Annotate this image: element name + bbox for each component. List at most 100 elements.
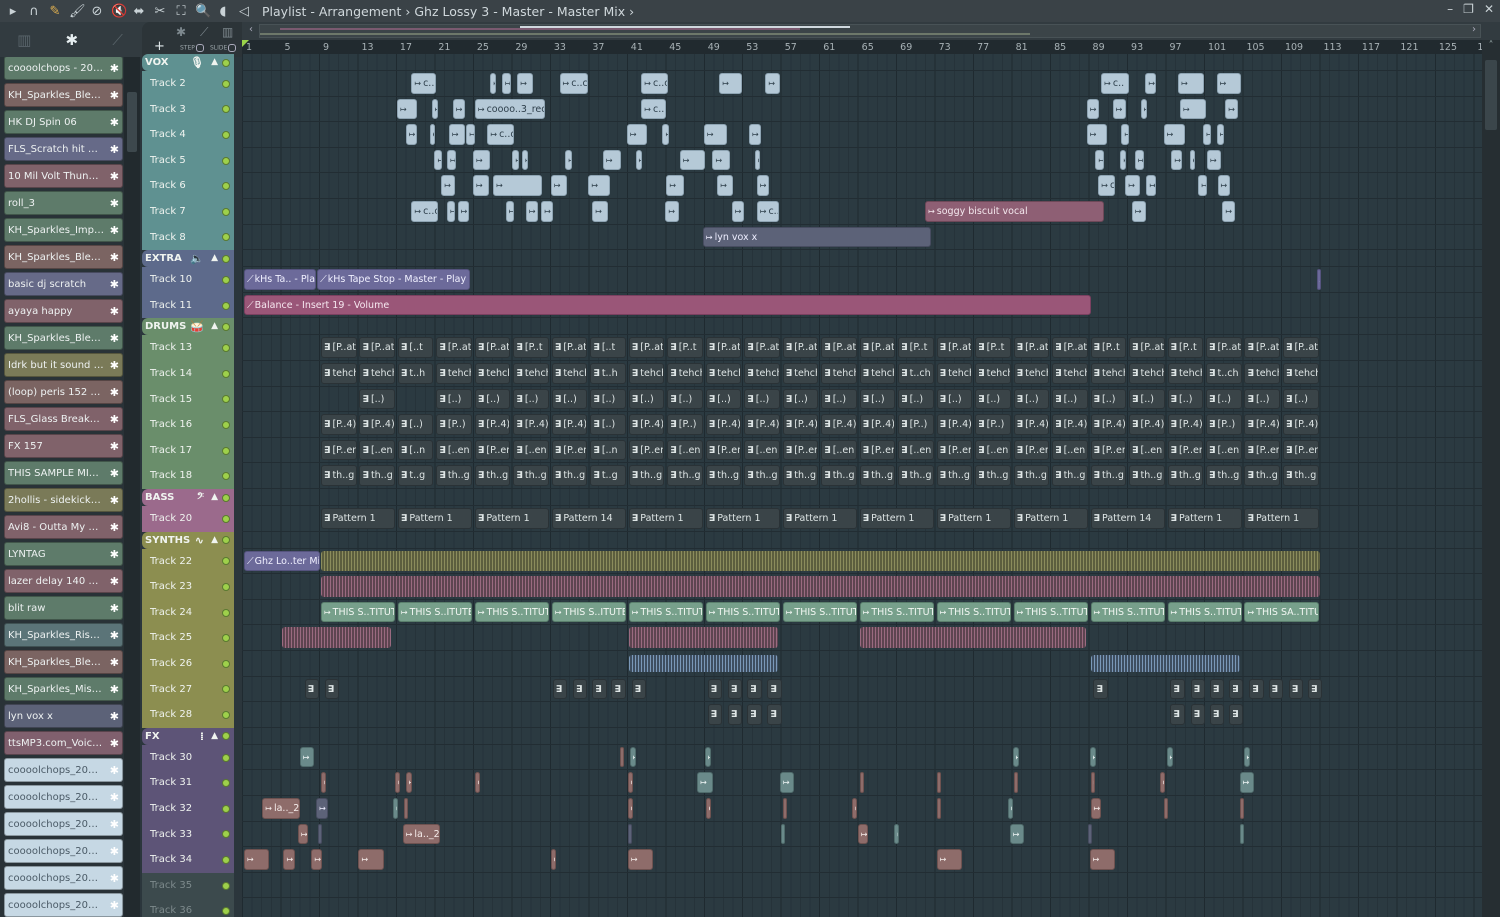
clip[interactable] — [552, 678, 568, 700]
channel-item[interactable]: KH_Sparkles_Riser_4 ✱ — [4, 623, 123, 647]
track-header[interactable]: Track 23 — [142, 574, 234, 600]
channel-item[interactable]: lazer delay 140 @fac... ✱ — [4, 569, 123, 593]
mute-led-icon[interactable] — [222, 634, 230, 643]
clip[interactable]: tehch — [1167, 363, 1204, 384]
clip[interactable]: [..) — [359, 388, 395, 410]
clip[interactable]: tehch — [1244, 363, 1281, 384]
clip[interactable] — [405, 772, 413, 793]
track-header[interactable]: Track 27 — [142, 676, 234, 703]
clip[interactable] — [629, 746, 637, 768]
clip[interactable]: tehch — [975, 363, 1011, 384]
minimize-button[interactable]: – — [1447, 2, 1453, 16]
clip[interactable]: [..) — [590, 388, 626, 410]
track-header[interactable]: Track 4 — [142, 122, 234, 148]
channel-item[interactable]: THIS SAMPLE MIGHT B... ✱ — [4, 461, 123, 485]
clip[interactable] — [316, 798, 328, 819]
clip[interactable]: [P..4) — [1052, 414, 1088, 435]
track-header[interactable]: Track 36 — [142, 898, 234, 917]
clip[interactable] — [707, 704, 723, 725]
clip[interactable]: tehch — [320, 363, 357, 384]
mute-led-icon[interactable] — [222, 881, 230, 890]
clip[interactable] — [1170, 704, 1185, 725]
clip[interactable]: th..g — [628, 465, 665, 486]
clip[interactable] — [1268, 678, 1283, 700]
clip[interactable]: [P..en — [1244, 439, 1281, 461]
clip[interactable] — [662, 124, 670, 145]
clip[interactable] — [588, 175, 610, 196]
clip[interactable] — [1131, 201, 1147, 222]
clip[interactable] — [1216, 124, 1225, 145]
track-header[interactable]: Track 7 — [142, 199, 234, 225]
clip[interactable]: c..c — [487, 124, 515, 145]
clip[interactable]: [P..4) — [359, 414, 395, 435]
vertical-scrollbar[interactable]: ˄ — [1482, 40, 1500, 917]
clip[interactable] — [1089, 746, 1097, 768]
channel-item[interactable]: FLS_Glass Break_02 ✱ — [4, 407, 123, 431]
clip[interactable]: tehch — [513, 363, 549, 384]
clip[interactable]: th..g — [474, 465, 511, 486]
clip[interactable]: th..g — [705, 465, 742, 486]
clip[interactable] — [1190, 704, 1205, 725]
clip[interactable] — [505, 201, 515, 222]
clip[interactable]: THIS S..TITUTE — [1090, 601, 1165, 623]
clip[interactable]: c..c — [1098, 175, 1115, 196]
clip[interactable] — [1086, 98, 1100, 120]
clip[interactable]: th..g — [936, 465, 973, 486]
clip[interactable]: [P..t — [667, 337, 703, 358]
clip[interactable]: [P..) — [975, 414, 1011, 435]
zoom-icon[interactable]: 🔍 — [195, 4, 211, 19]
clip[interactable]: Pattern 1 — [705, 508, 780, 529]
track-header[interactable]: Track 11 — [142, 292, 234, 319]
collapse-icon[interactable]: ▲ — [211, 54, 218, 71]
clip[interactable]: [..en — [744, 439, 780, 461]
clip[interactable]: tehch — [1129, 363, 1165, 384]
select-icon[interactable]: ⛶ — [174, 4, 188, 19]
track-header[interactable]: Track 3 — [142, 96, 234, 123]
clip[interactable]: th..g — [898, 465, 934, 486]
scroll-thumb[interactable] — [1485, 60, 1497, 130]
clip[interactable]: Pattern 14 — [1090, 508, 1165, 529]
clip[interactable] — [1249, 678, 1264, 700]
clip[interactable]: [P..at — [474, 337, 511, 358]
mute-led-icon[interactable] — [222, 685, 230, 694]
slip-icon[interactable]: ⬌ — [132, 4, 146, 19]
automation-icon[interactable]: ⟋ — [112, 31, 123, 49]
clip[interactable] — [1209, 704, 1225, 725]
clip[interactable] — [299, 746, 315, 768]
clip[interactable] — [1125, 175, 1140, 196]
clip[interactable]: c.. — [641, 98, 667, 120]
clip[interactable]: THIS S..ITUTE — [397, 601, 472, 623]
clip[interactable] — [1171, 149, 1182, 171]
mute-led-icon[interactable] — [222, 182, 230, 191]
clip[interactable] — [446, 149, 456, 171]
mute-led-icon[interactable] — [222, 493, 230, 502]
clip[interactable] — [1146, 175, 1156, 196]
track-header[interactable]: Track 10 — [142, 267, 234, 293]
clip[interactable] — [611, 678, 626, 700]
clip[interactable] — [767, 678, 782, 700]
clip[interactable]: [..) — [1206, 388, 1242, 410]
clip[interactable]: Pattern 1 — [320, 508, 395, 529]
clip[interactable] — [525, 201, 539, 222]
piano-roll-icon[interactable]: ▥ — [17, 31, 31, 49]
clip[interactable]: [P..en — [474, 439, 511, 461]
clip[interactable] — [441, 175, 455, 196]
clip[interactable]: [..en — [1052, 439, 1088, 461]
channel-item[interactable]: 10 Mil Volt Thunderbo... ✱ — [4, 164, 123, 188]
clip[interactable]: Ghz Lo..ter Mix — [244, 550, 320, 572]
track-lane[interactable]: [P..4) [P..4) [..) [P..) [P..4) [P..4) [P..4) [… — [242, 412, 1482, 438]
clip[interactable] — [1288, 678, 1304, 700]
clip[interactable] — [727, 678, 743, 700]
clip[interactable] — [1203, 124, 1211, 145]
delete-icon[interactable]: ⊘ — [90, 4, 104, 19]
clip[interactable] — [311, 849, 322, 870]
clip[interactable]: th..g — [782, 465, 819, 486]
clip[interactable] — [717, 175, 733, 196]
mute-led-icon[interactable] — [222, 536, 230, 545]
mute-led-icon[interactable] — [222, 395, 230, 404]
clip[interactable]: [..en — [1206, 439, 1242, 461]
clip[interactable]: [..en — [436, 439, 472, 461]
channel-item[interactable]: coooolchops_2025-04-30... ✱ — [4, 812, 123, 836]
clip[interactable] — [749, 124, 761, 145]
group-header-bass[interactable]: BASS 𝄢 ▲ — [142, 489, 234, 506]
